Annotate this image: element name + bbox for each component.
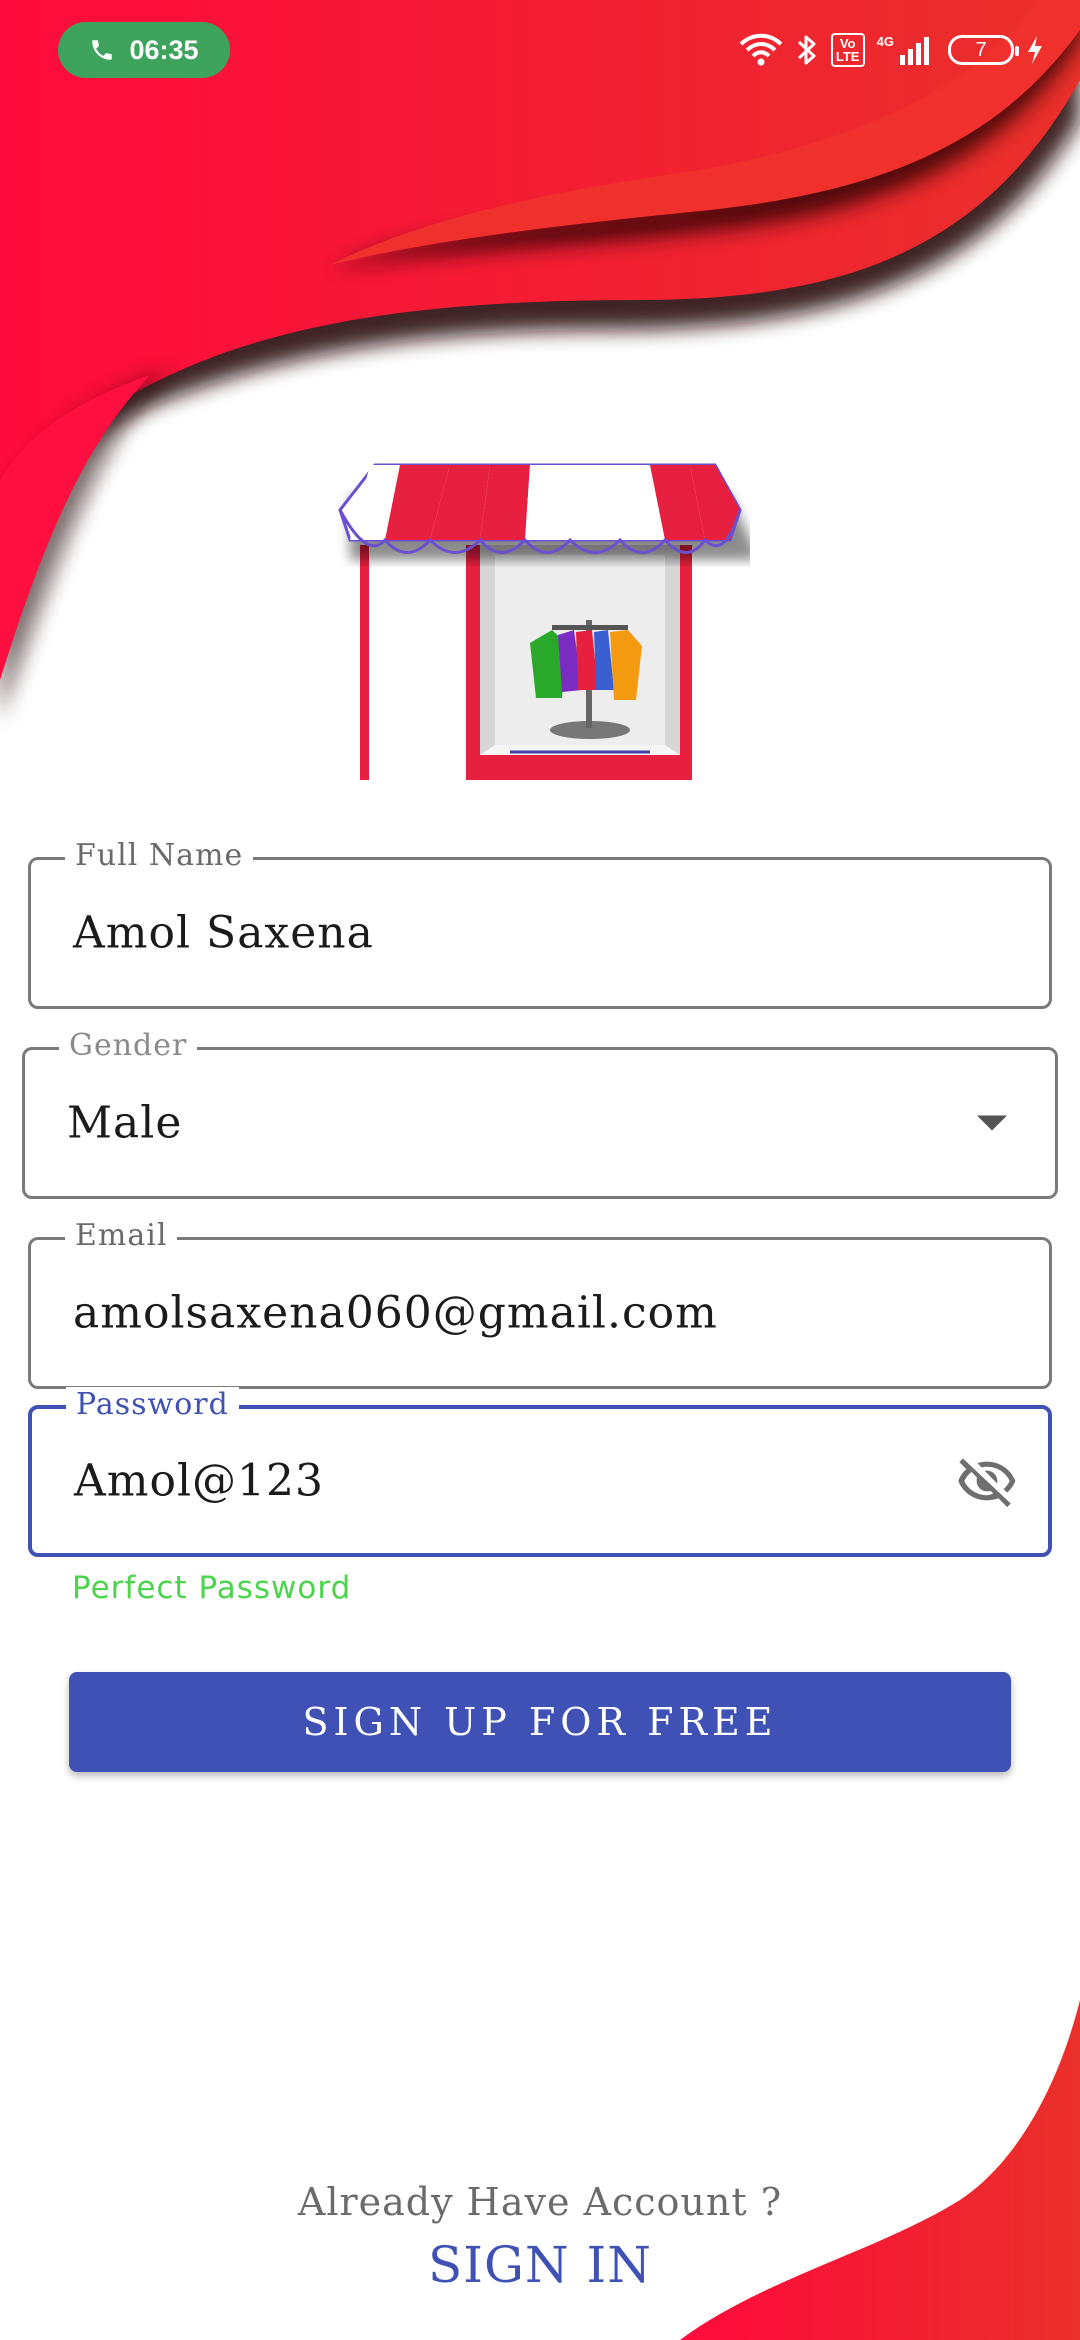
password-label: Password [66, 1387, 239, 1422]
call-time: 06:35 [129, 34, 199, 65]
full-name-input[interactable]: Amol Saxena [73, 908, 374, 959]
password-helper-text: Perfect Password [72, 1570, 352, 1606]
volte-icon: Vo LTE [830, 33, 865, 67]
bluetooth-icon [797, 35, 816, 65]
wifi-icon [739, 33, 783, 66]
email-input[interactable]: amolsaxena060@gmail.com [73, 1288, 718, 1339]
status-bar: 06:35 Vo LTE 4G 7 [0, 0, 1080, 100]
email-label: Email [65, 1218, 178, 1253]
signal-icon: 4G [877, 35, 936, 65]
sign-up-button[interactable]: SIGN UP FOR FREE [69, 1672, 1011, 1772]
gender-select[interactable]: Gender Male [22, 1028, 1058, 1199]
visibility-off-icon[interactable] [956, 1450, 1018, 1512]
full-name-field[interactable]: Full Name Amol Saxena [28, 838, 1052, 1009]
charging-icon [1028, 36, 1042, 64]
chevron-down-icon[interactable] [977, 1115, 1007, 1131]
full-name-label: Full Name [65, 838, 254, 873]
status-icons: Vo LTE 4G 7 [739, 28, 1044, 72]
sign-in-link[interactable]: SIGN IN [0, 2236, 1080, 2294]
network-type: 4G [876, 34, 894, 49]
shop-logo [338, 463, 750, 780]
password-input[interactable]: Amol@123 [74, 1456, 324, 1507]
battery-icon: 7 [948, 35, 1019, 65]
email-field[interactable]: Email amolsaxena060@gmail.com [28, 1218, 1052, 1389]
ongoing-call-pill[interactable]: 06:35 [58, 22, 230, 78]
battery-level: 7 [975, 38, 987, 61]
password-field[interactable]: Password Amol@123 [28, 1387, 1052, 1557]
gender-label: Gender [59, 1028, 198, 1063]
already-have-account-text: Already Have Account ? [297, 2180, 783, 2224]
gender-selected-value[interactable]: Male [67, 1098, 182, 1149]
phone-icon [92, 40, 113, 60]
